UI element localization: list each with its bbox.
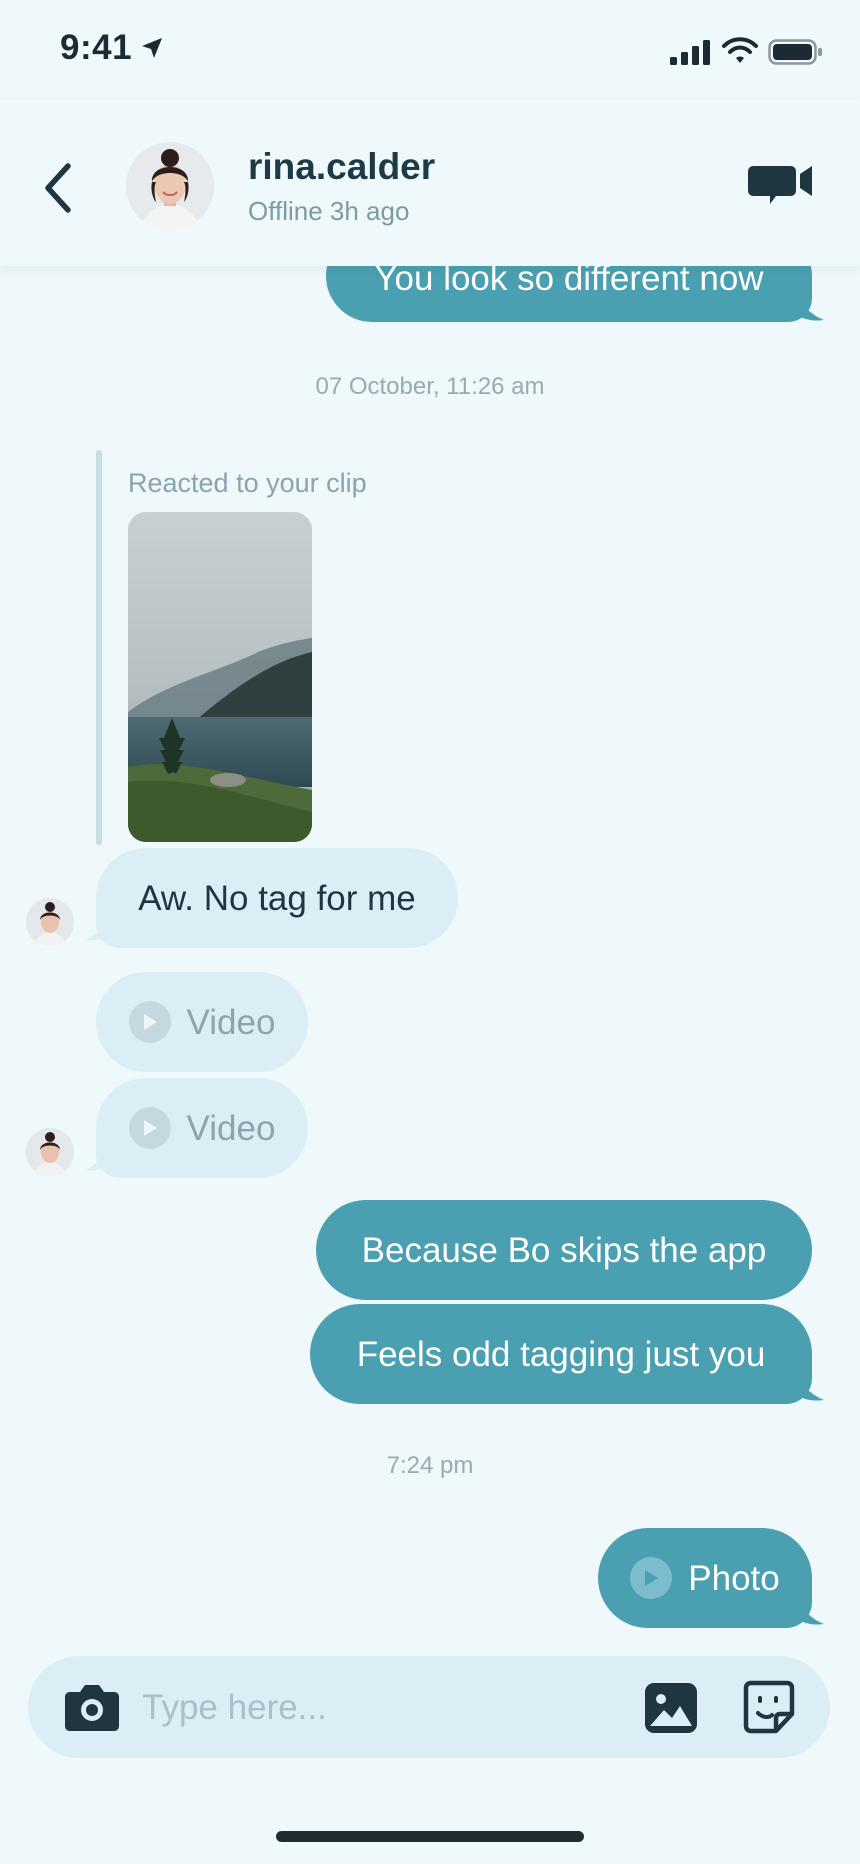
video-camera-icon — [748, 166, 812, 204]
contact-username: rina.calder — [248, 146, 436, 187]
battery-icon — [768, 39, 822, 65]
outgoing-message[interactable]: Feels odd tagging just you — [310, 1304, 812, 1404]
bubble-tail — [790, 1596, 824, 1625]
outgoing-message[interactable]: Because Bo skips the app — [316, 1200, 812, 1300]
message-text: You look so different now — [374, 259, 764, 298]
camera-button[interactable] — [64, 1682, 120, 1732]
presence-status: Offline 3h ago — [248, 196, 410, 226]
wifi-icon — [722, 37, 758, 63]
cellular-signal-icon — [670, 40, 710, 65]
video-call-button[interactable] — [746, 162, 816, 212]
quote-bar — [96, 450, 102, 845]
back-button[interactable] — [38, 158, 78, 218]
sticker-icon — [743, 1680, 795, 1734]
photo-message[interactable]: Photo — [598, 1528, 812, 1628]
gallery-button[interactable] — [644, 1682, 698, 1734]
video-label: Video — [186, 1002, 276, 1042]
bubble-tail — [86, 908, 118, 941]
video-message[interactable]: Video — [96, 1078, 308, 1178]
play-icon — [128, 1001, 171, 1043]
bubble-tail — [790, 292, 824, 321]
profile-avatar[interactable] — [126, 142, 214, 230]
bubble-tail — [790, 1372, 824, 1401]
message-text: Feels odd tagging just you — [356, 1334, 766, 1374]
video-message[interactable]: Video — [96, 972, 308, 1072]
timestamp: 7:24 pm — [386, 1452, 474, 1479]
status-time: 9:41 — [60, 28, 133, 67]
chevron-left-icon — [45, 163, 71, 213]
message-text: Because Bo skips the app — [361, 1230, 767, 1270]
location-arrow-icon — [142, 38, 162, 58]
landscape-image — [128, 512, 312, 842]
reaction-label: Reacted to your clip — [128, 468, 367, 498]
video-label: Video — [186, 1108, 276, 1148]
incoming-message[interactable]: Aw. No tag for me — [96, 848, 458, 948]
contact-avatar[interactable] — [26, 898, 74, 946]
clip-thumbnail[interactable] — [128, 512, 312, 842]
play-icon — [630, 1557, 673, 1599]
image-icon — [645, 1683, 697, 1733]
chat-header: rina.calder Offline 3h ago — [0, 100, 860, 266]
contact-avatar[interactable] — [26, 1128, 74, 1176]
camera-icon — [65, 1685, 119, 1731]
chat-thread[interactable]: You look so different now 07 October, 11… — [0, 0, 860, 1864]
sticker-button[interactable] — [742, 1680, 796, 1734]
message-input[interactable] — [140, 1678, 644, 1738]
timestamp: 07 October, 11:26 am — [315, 373, 545, 400]
photo-label: Photo — [688, 1558, 780, 1598]
message-text: Aw. No tag for me — [138, 878, 416, 918]
bubble-tail — [86, 1138, 118, 1171]
play-icon — [128, 1107, 171, 1149]
home-indicator[interactable] — [276, 1831, 584, 1842]
message-composer — [28, 1656, 830, 1758]
